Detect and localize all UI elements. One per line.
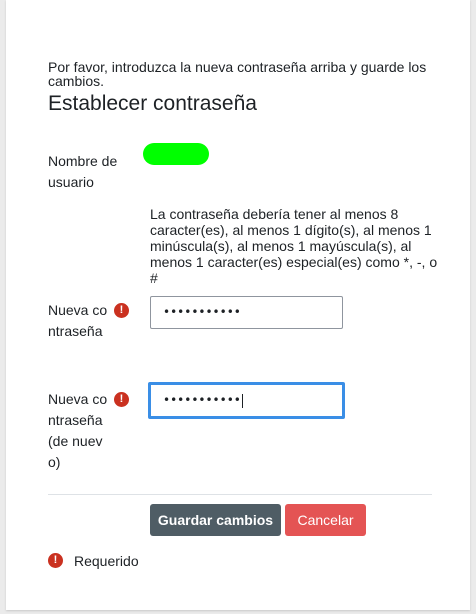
new-password-again-value: ••••••••••• (163, 393, 241, 407)
cancel-button[interactable]: Cancelar (285, 504, 366, 536)
page-title: Establecer contraseña (48, 92, 257, 115)
save-button[interactable]: Guardar cambios (150, 504, 281, 536)
new-password-again-field[interactable]: ••••••••••• (148, 382, 345, 419)
required-icon: ! (114, 392, 129, 407)
password-policy-text: La contraseña debería tener al menos 8 c… (150, 206, 438, 286)
password-form-card: Por favor, introduzca la nueva contraseñ… (6, 0, 470, 610)
username-value (143, 143, 209, 165)
form-divider (48, 494, 432, 495)
required-icon: ! (114, 303, 129, 318)
text-caret (241, 393, 243, 408)
new-password-label: Nueva contraseña (48, 302, 108, 339)
username-label: Nombre de usuario (48, 153, 118, 190)
intro-message: Por favor, introduzca la nueva contraseñ… (48, 59, 427, 89)
required-icon: ! (48, 553, 63, 568)
required-legend: Requerido (74, 553, 139, 569)
new-password-value: ••••••••••• (163, 305, 241, 319)
new-password-field[interactable]: ••••••••••• (150, 296, 343, 329)
new-password-again-label: Nueva contraseña (de nuevo) (48, 391, 108, 470)
